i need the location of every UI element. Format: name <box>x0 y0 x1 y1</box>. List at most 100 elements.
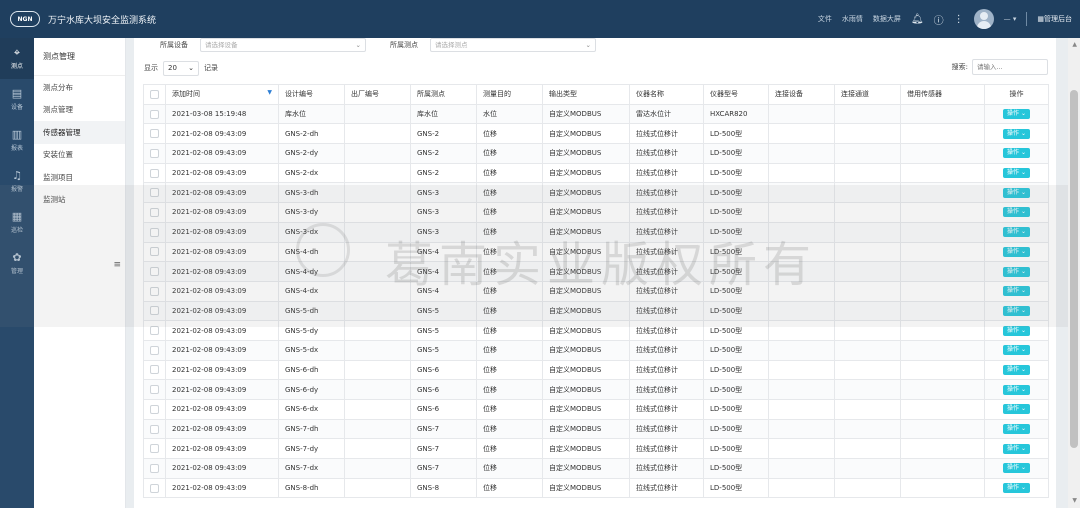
col-header-point[interactable]: 所属测点 <box>410 84 477 105</box>
row-select-cell[interactable] <box>143 182 166 204</box>
row-action-button[interactable]: 操作 ⌄ <box>1003 109 1030 120</box>
row-select-cell[interactable] <box>143 221 166 243</box>
more-vertical-icon[interactable]: ⋮ <box>954 14 964 25</box>
table-row[interactable]: 2021-02-08 09:43:09 GNS-4-dy GNS-4 位移 自定义MOD… <box>143 261 1049 282</box>
table-row[interactable]: 2021-03-08 15:19:48 库水位 库水位 水位 自定义MODBUS 雷达水位… <box>143 103 1049 125</box>
row-action-button[interactable]: 操作 ⌄ <box>1003 148 1030 159</box>
user-menu-toggle[interactable]: — ▾ <box>1004 15 1017 23</box>
row-select-cell[interactable] <box>143 261 166 282</box>
nav-item-1[interactable]: ▤ 设备 <box>0 79 34 120</box>
row-action-button[interactable]: 操作 ⌄ <box>1003 483 1030 494</box>
row-action-button[interactable]: 操作 ⌄ <box>1003 168 1030 179</box>
row-checkbox[interactable] <box>150 148 159 158</box>
select-all-cell[interactable] <box>143 84 166 105</box>
row-checkbox[interactable] <box>150 129 159 139</box>
select-all-checkbox[interactable] <box>150 89 159 99</box>
table-row[interactable]: 2021-02-08 09:43:09 GNS-4-dx GNS-4 位移 自定义MOD… <box>143 280 1049 302</box>
scroll-up-arrow-icon[interactable]: ▲ <box>1072 41 1077 48</box>
row-action-button[interactable]: 操作 ⌄ <box>1003 246 1030 257</box>
row-checkbox[interactable] <box>150 188 159 198</box>
table-row[interactable]: 2021-02-08 09:43:09 GNS-5-dh GNS-5 位移 自定义MOD… <box>143 300 1049 322</box>
row-checkbox[interactable] <box>150 326 159 336</box>
row-action-button[interactable]: 操作 ⌄ <box>1003 305 1030 316</box>
row-action-button[interactable]: 操作 ⌄ <box>1003 463 1030 474</box>
row-checkbox[interactable] <box>150 424 159 434</box>
row-checkbox[interactable] <box>150 227 159 237</box>
row-select-cell[interactable] <box>143 202 166 223</box>
row-select-cell[interactable] <box>143 280 166 302</box>
admin-panel-link[interactable]: ▦管理后台 <box>1037 14 1072 24</box>
row-select-cell[interactable] <box>143 438 166 460</box>
nav-item-4[interactable]: ▦ 巡检 <box>0 202 34 243</box>
collapse-menu-icon[interactable]: ≡ <box>113 260 121 270</box>
table-row[interactable]: 2021-02-08 09:43:09 GNS-6-dh GNS-6 位移 自定义MOD… <box>143 359 1049 381</box>
row-select-cell[interactable] <box>143 477 166 499</box>
app-logo[interactable]: NGN <box>10 11 40 27</box>
row-select-cell[interactable] <box>143 320 166 341</box>
row-action-button[interactable]: 操作 ⌄ <box>1003 443 1030 454</box>
nav-item-0[interactable]: ⌖ 测点 <box>0 38 34 79</box>
page-size-select[interactable]: 20 ⌄ <box>163 60 199 76</box>
row-checkbox[interactable] <box>150 267 159 277</box>
nav-item-3[interactable]: ♫ 报警 <box>0 161 34 202</box>
row-select-cell[interactable] <box>143 162 166 184</box>
col-header-design-no[interactable]: 设计编号 <box>278 84 345 105</box>
sub-nav-item-3[interactable]: 安装位置 <box>34 144 125 167</box>
table-row[interactable]: 2021-02-08 09:43:09 GNS-3-dx GNS-3 位移 自定义MOD… <box>143 221 1049 243</box>
col-header-channel[interactable]: 连接通道 <box>834 84 901 105</box>
table-row[interactable]: 2021-02-08 09:43:09 GNS-6-dx GNS-6 位移 自定义MOD… <box>143 399 1049 420</box>
col-header-add-time[interactable]: 添加时间 ▼ <box>165 84 279 105</box>
table-row[interactable]: 2021-02-08 09:43:09 GNS-2-dh GNS-2 位移 自定义MOD… <box>143 123 1049 145</box>
row-action-button[interactable]: 操作 ⌄ <box>1003 345 1030 356</box>
row-checkbox[interactable] <box>150 345 159 355</box>
row-action-button[interactable]: 操作 ⌄ <box>1003 227 1030 238</box>
row-action-button[interactable]: 操作 ⌄ <box>1003 424 1030 435</box>
help-icon[interactable]: ⓘ <box>934 12 944 27</box>
row-checkbox[interactable] <box>150 365 159 375</box>
device-select[interactable]: 请选择设备 ⌄ <box>200 38 366 52</box>
sub-nav-item-2[interactable]: 传感器管理 <box>34 121 125 144</box>
row-checkbox[interactable] <box>150 168 159 178</box>
row-action-button[interactable]: 操作 ⌄ <box>1003 384 1030 395</box>
row-action-button[interactable]: 操作 ⌄ <box>1003 325 1030 336</box>
scroll-down-arrow-icon[interactable]: ▼ <box>1072 497 1077 504</box>
data-screen-link[interactable]: 数据大屏 <box>873 14 901 24</box>
row-checkbox[interactable] <box>150 385 159 395</box>
row-action-button[interactable]: 操作 ⌄ <box>1003 207 1030 218</box>
table-row[interactable]: 2021-02-08 09:43:09 GNS-7-dy GNS-7 位移 自定义MOD… <box>143 438 1049 460</box>
col-header-factory-no[interactable]: 出厂编号 <box>344 84 411 105</box>
table-row[interactable]: 2021-02-08 09:43:09 GNS-3-dh GNS-3 位移 自定义MOD… <box>143 182 1049 204</box>
table-row[interactable]: 2021-02-08 09:43:09 GNS-8-dh GNS-8 位移 自定义MOD… <box>143 477 1049 499</box>
files-link[interactable]: 文件 <box>818 14 832 24</box>
row-checkbox[interactable] <box>150 306 159 316</box>
sort-desc-icon[interactable]: ▼ <box>267 89 272 96</box>
col-header-output-type[interactable]: 输出类型 <box>542 84 630 105</box>
row-action-button[interactable]: 操作 ⌄ <box>1003 364 1030 375</box>
row-select-cell[interactable] <box>143 339 166 361</box>
rain-water-link[interactable]: 水雨情 <box>842 14 863 24</box>
sub-nav-item-0[interactable]: 测点分布 <box>34 76 125 99</box>
row-select-cell[interactable] <box>143 458 166 479</box>
row-action-button[interactable]: 操作 ⌄ <box>1003 266 1030 277</box>
col-header-purpose[interactable]: 测量目的 <box>476 84 543 105</box>
row-select-cell[interactable] <box>143 399 166 420</box>
table-row[interactable]: 2021-02-08 09:43:09 GNS-5-dx GNS-5 位移 自定义MOD… <box>143 339 1049 361</box>
row-select-cell[interactable] <box>143 241 166 263</box>
table-row[interactable]: 2021-02-08 09:43:09 GNS-4-dh GNS-4 位移 自定义MOD… <box>143 241 1049 263</box>
row-checkbox[interactable] <box>150 247 159 257</box>
table-row[interactable]: 2021-02-08 09:43:09 GNS-3-dy GNS-3 位移 自定义MOD… <box>143 202 1049 223</box>
table-row[interactable]: 2021-02-08 09:43:09 GNS-7-dx GNS-7 位移 自定义MOD… <box>143 458 1049 479</box>
row-checkbox[interactable] <box>150 286 159 296</box>
table-row[interactable]: 2021-02-08 09:43:09 GNS-2-dy GNS-2 位移 自定义MOD… <box>143 143 1049 164</box>
col-header-instrument-name[interactable]: 仪器名称 <box>629 84 704 105</box>
col-header-borrowed-sensor[interactable]: 借用传感器 <box>900 84 985 105</box>
point-select[interactable]: 请选择测点 ⌄ <box>430 38 596 52</box>
col-header-connected-device[interactable]: 连接设备 <box>768 84 835 105</box>
row-action-button[interactable]: 操作 ⌄ <box>1003 286 1030 297</box>
row-select-cell[interactable] <box>143 103 166 125</box>
row-checkbox[interactable] <box>150 444 159 454</box>
row-action-button[interactable]: 操作 ⌄ <box>1003 128 1030 139</box>
row-checkbox[interactable] <box>150 463 159 473</box>
row-select-cell[interactable] <box>143 379 166 400</box>
table-row[interactable]: 2021-02-08 09:43:09 GNS-6-dy GNS-6 位移 自定义MOD… <box>143 379 1049 400</box>
